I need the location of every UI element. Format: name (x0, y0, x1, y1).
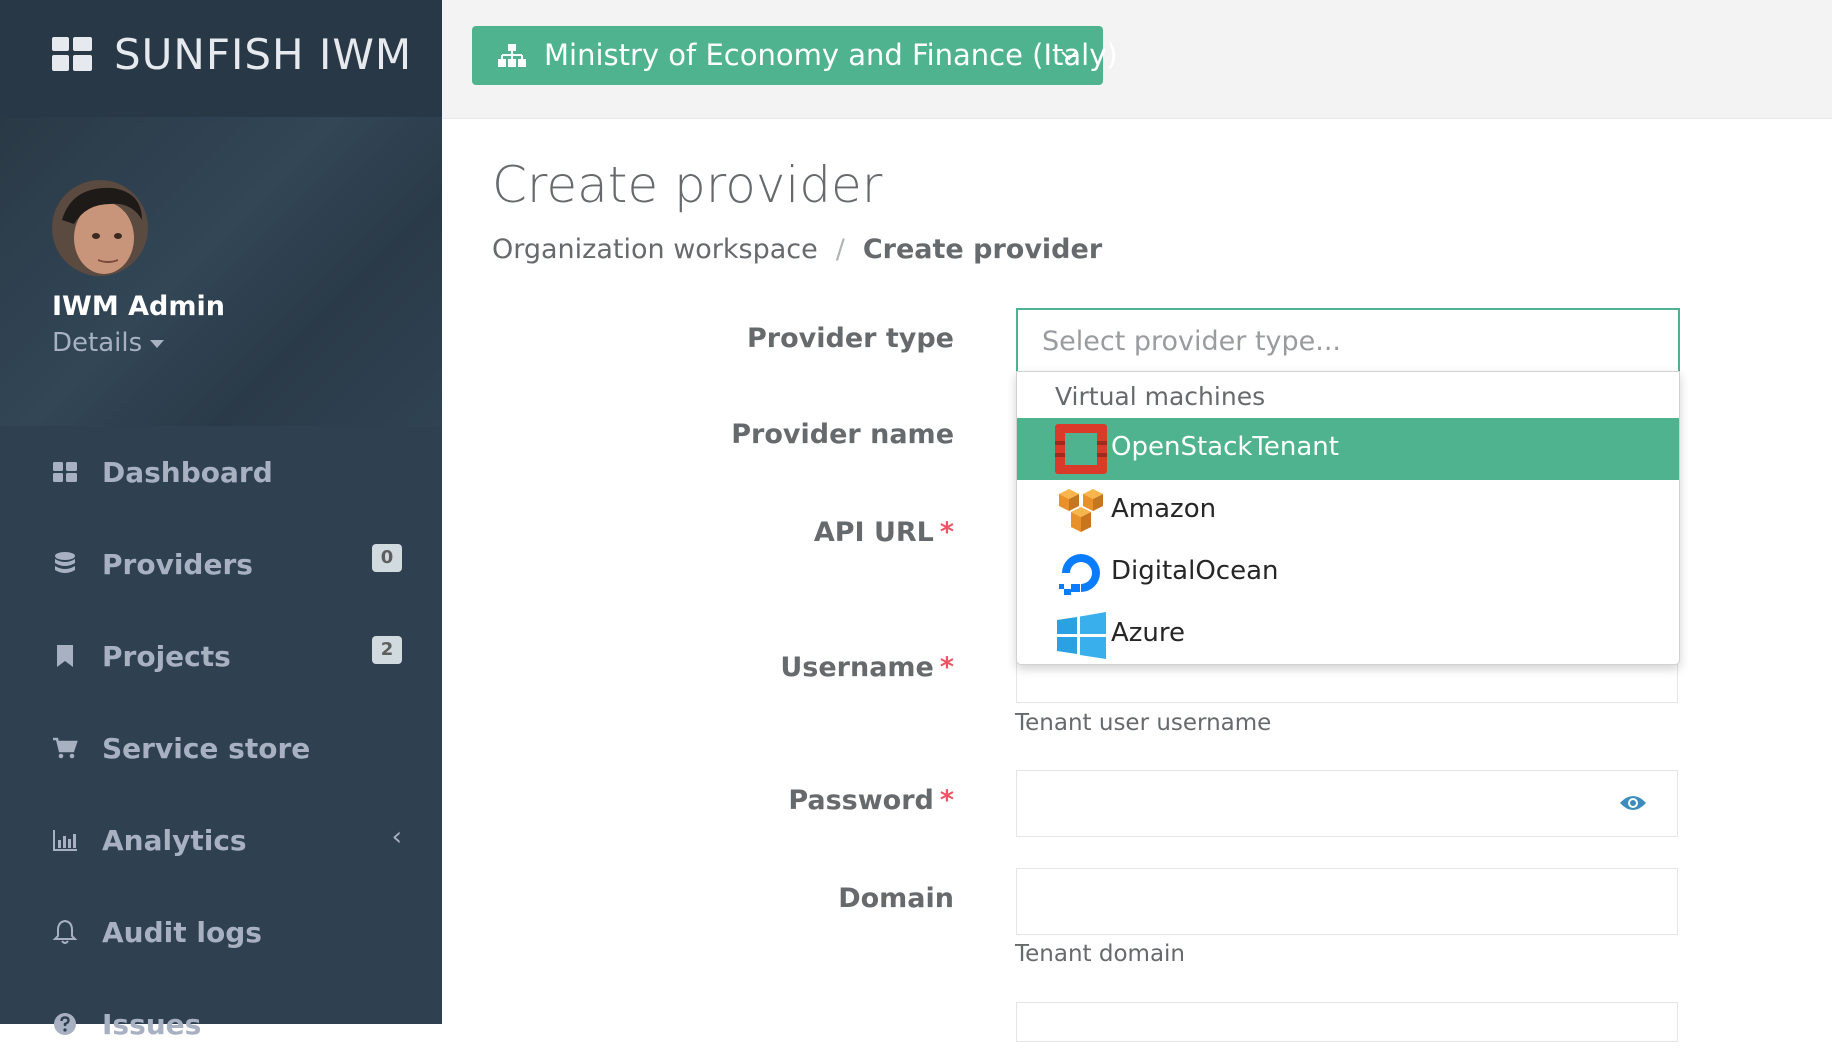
avatar[interactable] (52, 180, 148, 276)
nav-label: Analytics (102, 824, 247, 857)
username-label: Username * (780, 652, 954, 683)
label-text: Password (788, 785, 934, 816)
breadcrumb-link-organization-workspace[interactable]: Organization workspace (492, 234, 818, 265)
brand-header: SUNFISH IWM (0, 0, 442, 117)
required-marker: * (939, 517, 954, 548)
nav-label: Dashboard (102, 456, 273, 489)
domain-label: Domain (838, 883, 954, 914)
digitalocean-icon (1059, 554, 1100, 595)
details-label: Details (52, 328, 143, 358)
chevron-left-icon: ‹ (391, 822, 402, 852)
cart-icon (53, 737, 78, 759)
required-marker: * (939, 785, 954, 816)
provider-type-select[interactable]: Select provider type... (1016, 308, 1680, 374)
api-url-label: API URL * (814, 517, 954, 548)
breadcrumb: Organization workspace / Create provider (492, 234, 1102, 265)
option-label: Amazon (1111, 494, 1217, 524)
organization-name: Ministry of Economy and Finance (Italy) (544, 38, 1118, 72)
grid-logo-icon (52, 37, 92, 71)
domain-input[interactable] (1016, 868, 1678, 935)
required-marker: * (939, 652, 954, 683)
page-title: Create provider (492, 156, 883, 214)
label-text: API URL (813, 517, 934, 548)
amazon-icon (1059, 489, 1103, 532)
dashboard-icon (53, 462, 77, 482)
eye-icon[interactable] (1619, 793, 1647, 813)
question-icon (54, 1013, 76, 1035)
option-label: DigitalOcean (1111, 556, 1279, 586)
bookmark-icon (57, 645, 73, 667)
count-badge: 2 (372, 636, 402, 664)
avatar-image (52, 180, 148, 276)
next-field-input[interactable] (1016, 1002, 1678, 1042)
caret-down-icon (150, 339, 165, 348)
azure-icon (1057, 612, 1106, 659)
chevron-down-icon (1061, 51, 1077, 61)
user-details-toggle[interactable]: Details (52, 328, 165, 358)
domain-help-text: Tenant domain (1015, 941, 1186, 967)
nav-label: Providers (102, 548, 253, 581)
nav-label: Issues (102, 1008, 202, 1041)
option-label: OpenStackTenant (1111, 432, 1339, 462)
nav-item-issues[interactable]: Issues (0, 994, 442, 1054)
nav-item-analytics[interactable]: Analytics ‹ (0, 810, 442, 870)
count-badge: 0 (372, 544, 402, 572)
user-name: IWM Admin (52, 291, 225, 322)
option-openstacktenant[interactable]: OpenStackTenant (1017, 418, 1679, 480)
option-digitalocean[interactable]: DigitalOcean (1017, 542, 1679, 604)
select-placeholder: Select provider type... (1042, 326, 1342, 357)
option-amazon[interactable]: Amazon (1017, 480, 1679, 542)
nav-item-projects[interactable]: Projects 2 (0, 626, 442, 686)
openstack-icon (1055, 424, 1107, 474)
database-icon (55, 552, 75, 573)
option-group-label: Virtual machines (1055, 382, 1266, 411)
username-help-text: Tenant user username (1015, 710, 1272, 736)
bell-icon (52, 919, 78, 944)
nav-item-audit-logs[interactable]: Audit logs (0, 902, 442, 962)
provider-name-label: Provider name (731, 419, 954, 450)
sitemap-icon (498, 44, 526, 67)
nav-item-service-store[interactable]: Service store (0, 718, 442, 778)
label-text: Domain (838, 883, 954, 914)
nav-item-providers[interactable]: Providers 0 (0, 534, 442, 594)
bar-chart-icon (53, 830, 77, 851)
sidebar: SUNFISH IWM IWM Admin Details Dashboard (0, 0, 442, 1041)
password-label: Password * (788, 785, 954, 816)
breadcrumb-current: Create provider (862, 234, 1103, 265)
nav-label: Projects (102, 640, 231, 673)
organization-switcher-button[interactable]: Ministry of Economy and Finance (Italy) (472, 26, 1118, 85)
nav-item-dashboard[interactable]: Dashboard (0, 442, 442, 502)
provider-type-label: Provider type (747, 323, 954, 354)
nav-label: Service store (102, 732, 311, 765)
provider-type-dropdown: Virtual machines OpenStackTenant Amazon … (1016, 371, 1680, 665)
brand-title: SUNFISH IWM (114, 30, 413, 79)
user-profile: IWM Admin Details (0, 117, 442, 426)
option-label: Azure (1111, 618, 1186, 648)
label-text: Provider type (746, 323, 954, 354)
label-text: Provider name (731, 419, 954, 450)
breadcrumb-separator: / (835, 234, 845, 265)
nav-label: Audit logs (102, 916, 262, 949)
password-input[interactable] (1016, 770, 1678, 837)
label-text: Username (780, 652, 934, 683)
option-azure[interactable]: Azure (1017, 604, 1679, 666)
